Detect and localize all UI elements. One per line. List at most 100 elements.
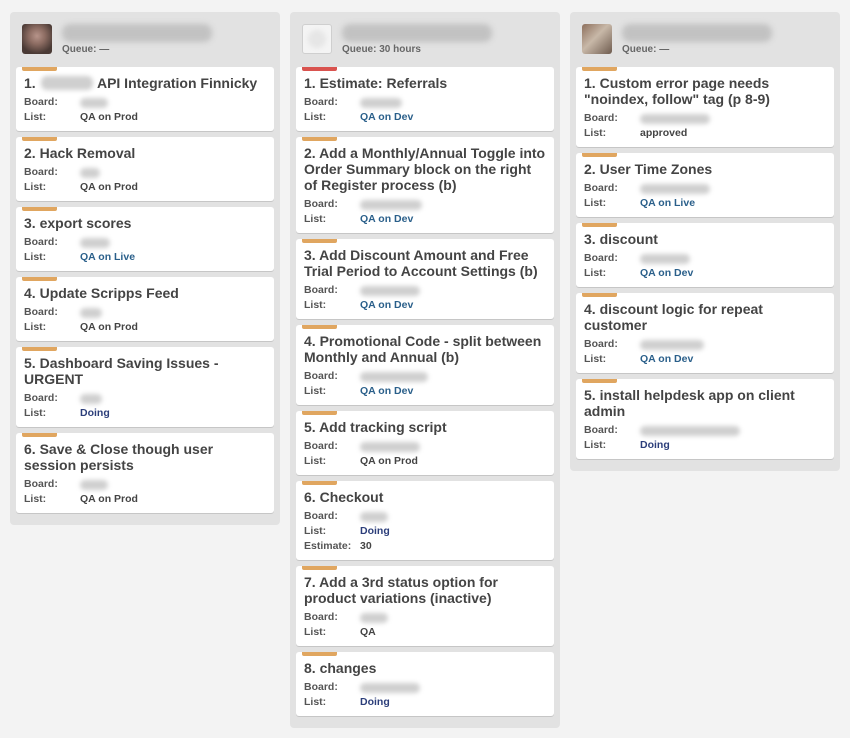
task-card[interactable]: 7. Add a 3rd status option for product v…	[296, 566, 554, 646]
card-title[interactable]: 2. Hack Removal	[24, 145, 266, 161]
list-value[interactable]: QA on Prod	[80, 492, 138, 507]
card-title[interactable]: 4. Promotional Code - split between Mont…	[304, 333, 546, 365]
task-card[interactable]: 3. export scores Board: List: QA on Live	[16, 207, 274, 271]
queue-label: Queue: —	[622, 44, 670, 55]
task-card[interactable]: 1. Estimate: Referrals Board: List: QA on D…	[296, 67, 554, 131]
task-card[interactable]: 5. Dashboard Saving Issues - URGENT Board…	[16, 347, 274, 427]
list-value[interactable]: Doing	[360, 524, 390, 539]
list-value[interactable]: QA on Dev	[360, 384, 413, 399]
list-value[interactable]: Doing	[80, 406, 110, 421]
list-value[interactable]: QA on Live	[80, 250, 135, 265]
list-value[interactable]: QA on Dev	[640, 266, 693, 281]
board-name-redacted[interactable]	[640, 426, 740, 436]
list-field: List: QA on Dev	[304, 298, 546, 313]
list-label: List:	[304, 299, 327, 311]
board-name-redacted[interactable]	[640, 114, 710, 124]
task-card[interactable]: 3. discount Board: List: QA on Dev	[576, 223, 834, 287]
list-value[interactable]: QA on Dev	[360, 110, 413, 125]
card-title-text: export scores	[39, 215, 132, 231]
task-card[interactable]: 5. install helpdesk app on client admin B…	[576, 379, 834, 459]
list-value[interactable]: QA on Prod	[360, 454, 418, 469]
card-title[interactable]: 3. discount	[584, 231, 826, 247]
list-field: List: QA on Dev	[584, 266, 826, 281]
task-card[interactable]: 1. API Integration Finnicky Board: List: QA…	[16, 67, 274, 131]
card-title[interactable]: 4. discount logic for repeat customer	[584, 301, 826, 333]
board-label: Board:	[584, 252, 618, 264]
list-value[interactable]: QA on Prod	[80, 320, 138, 335]
board-name-redacted[interactable]	[80, 308, 102, 318]
board-name-redacted[interactable]	[360, 98, 402, 108]
task-card[interactable]: 1. Custom error page needs "noindex, fol…	[576, 67, 834, 147]
board-name-redacted[interactable]	[360, 442, 420, 452]
task-card[interactable]: 2. User Time Zones Board: List: QA on Live	[576, 153, 834, 217]
card-color-label	[22, 137, 57, 141]
task-card[interactable]: 4. Promotional Code - split between Mont…	[296, 325, 554, 405]
board-field: Board:	[304, 95, 546, 110]
board-name-redacted[interactable]	[360, 683, 420, 693]
list-value[interactable]: QA on Prod	[80, 110, 138, 125]
board-label: Board:	[24, 392, 58, 404]
card-number: 1.	[584, 75, 596, 91]
card-title[interactable]: 1. Custom error page needs "noindex, fol…	[584, 75, 826, 107]
card-title[interactable]: 4. Update Scripps Feed	[24, 285, 266, 301]
task-card[interactable]: 6. Save & Close though user session pers…	[16, 433, 274, 513]
board-field: Board:	[584, 423, 826, 438]
card-title[interactable]: 5. Dashboard Saving Issues - URGENT	[24, 355, 266, 387]
board-name-redacted[interactable]	[360, 372, 428, 382]
task-card[interactable]: 2. Hack Removal Board: List: QA on Prod	[16, 137, 274, 201]
task-card[interactable]: 2. Add a Monthly/Annual Toggle into Orde…	[296, 137, 554, 233]
board-name-redacted[interactable]	[80, 98, 108, 108]
board-name-redacted[interactable]	[360, 613, 388, 623]
card-title[interactable]: 1. API Integration Finnicky	[24, 75, 266, 91]
card-title[interactable]: 8. changes	[304, 660, 546, 676]
avatar[interactable]	[22, 24, 52, 54]
queue-label: Queue: 30 hours	[342, 44, 421, 55]
board-name-redacted[interactable]	[80, 480, 108, 490]
board-name-redacted[interactable]	[640, 184, 710, 194]
card-title[interactable]: 2. User Time Zones	[584, 161, 826, 177]
board-name-redacted[interactable]	[360, 200, 422, 210]
card-title[interactable]: 1. Estimate: Referrals	[304, 75, 546, 91]
card-title[interactable]: 7. Add a 3rd status option for product v…	[304, 574, 546, 606]
board-name-redacted[interactable]	[640, 340, 704, 350]
list-value[interactable]: approved	[640, 126, 687, 141]
card-title[interactable]: 6. Checkout	[304, 489, 546, 505]
list-value[interactable]: QA on Prod	[80, 180, 138, 195]
list-value[interactable]: Doing	[640, 438, 670, 453]
estimate-value[interactable]: 30	[360, 539, 372, 554]
board-field: Board:	[584, 337, 826, 352]
avatar[interactable]	[302, 24, 332, 54]
estimate-field: Estimate: 30	[304, 539, 546, 554]
board-name-redacted[interactable]	[360, 286, 420, 296]
avatar[interactable]	[582, 24, 612, 54]
card-title-text: User Time Zones	[599, 161, 713, 177]
card-color-label	[302, 411, 337, 415]
card-title[interactable]: 5. Add tracking script	[304, 419, 546, 435]
card-title[interactable]: 6. Save & Close though user session pers…	[24, 441, 266, 473]
card-title[interactable]: 2. Add a Monthly/Annual Toggle into Orde…	[304, 145, 546, 193]
task-card[interactable]: 4. discount logic for repeat customer Boa…	[576, 293, 834, 373]
list-value[interactable]: QA on Dev	[360, 298, 413, 313]
card-title[interactable]: 3. export scores	[24, 215, 266, 231]
task-card[interactable]: 4. Update Scripps Feed Board: List: QA on P…	[16, 277, 274, 341]
task-card[interactable]: 8. changes Board: List: Doing	[296, 652, 554, 716]
board-name-redacted[interactable]	[80, 238, 110, 248]
list-value[interactable]: Doing	[360, 695, 390, 710]
board-field: Board:	[24, 95, 266, 110]
card-title[interactable]: 5. install helpdesk app on client admin	[584, 387, 826, 419]
list-value[interactable]: QA on Live	[640, 196, 695, 211]
task-card[interactable]: 3. Add Discount Amount and Free Trial Pe…	[296, 239, 554, 319]
list-value[interactable]: QA	[360, 625, 376, 640]
list-label: List:	[584, 267, 607, 279]
board-name-redacted[interactable]	[80, 168, 100, 178]
list-value[interactable]: QA on Dev	[640, 352, 693, 367]
task-card[interactable]: 5. Add tracking script Board: List: QA on P…	[296, 411, 554, 475]
card-title[interactable]: 3. Add Discount Amount and Free Trial Pe…	[304, 247, 546, 279]
card-number: 4.	[584, 301, 596, 317]
board-name-redacted[interactable]	[80, 394, 102, 404]
list-label: List:	[304, 385, 327, 397]
list-value[interactable]: QA on Dev	[360, 212, 413, 227]
board-name-redacted[interactable]	[360, 512, 388, 522]
task-card[interactable]: 6. Checkout Board: List: Doing Estimate: 30	[296, 481, 554, 560]
board-name-redacted[interactable]	[640, 254, 690, 264]
